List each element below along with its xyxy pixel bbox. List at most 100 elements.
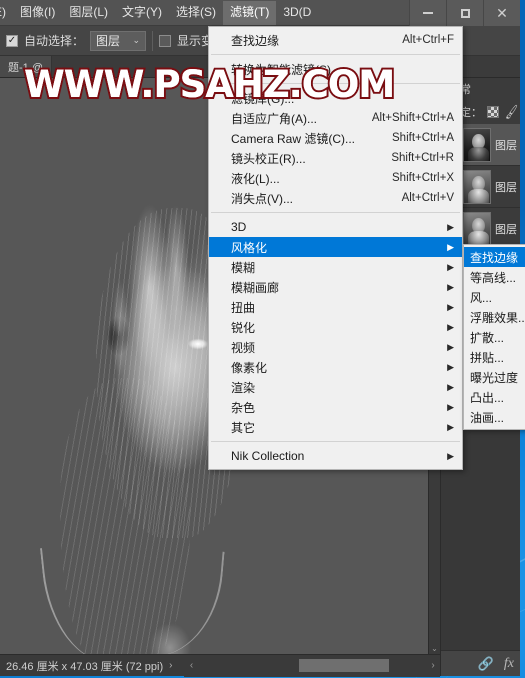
filter-menu-item[interactable]: Nik Collection ▶ [209, 446, 462, 466]
horizontal-scrollbar[interactable]: ‹ › [184, 654, 440, 677]
filter-menu-item-label: 镜头校正(R)... [231, 151, 306, 166]
stylize-submenu-item[interactable]: 风... [464, 287, 525, 307]
stylize-submenu-item[interactable]: 扩散... [464, 327, 525, 347]
scroll-left-arrow-icon[interactable]: ‹ [184, 660, 198, 671]
menu-item-filter[interactable]: 滤镜(T) [223, 0, 277, 25]
maximize-button[interactable] [446, 0, 483, 26]
filter-menu-item-label: 杂色 [231, 400, 256, 415]
show-transform-checkbox[interactable] [159, 34, 172, 47]
chevron-down-icon: ⌄ [132, 35, 141, 45]
filter-menu-item[interactable]: 模糊 ▶ [209, 257, 462, 277]
filter-menu-item[interactable]: 镜头校正(R)... Shift+Ctrl+R [209, 148, 462, 168]
menu-item-edit[interactable]: E) [0, 1, 13, 25]
stylize-submenu-item[interactable]: 凸出... [464, 387, 525, 407]
layer-name: 图层 [495, 181, 517, 194]
options-separator [152, 30, 154, 51]
layer-name: 图层 [495, 223, 517, 236]
stylize-submenu-item-label: 查找边缘 [470, 250, 519, 265]
stylize-submenu-item[interactable]: 浮雕效果... [464, 307, 525, 327]
filter-menu-item-shortcut: Shift+Ctrl+X [392, 172, 454, 184]
menu-item-type[interactable]: 文字(Y) [115, 1, 169, 25]
stylize-submenu-item[interactable]: 拼贴... [464, 347, 525, 367]
submenu-arrow-icon: ▶ [447, 301, 454, 312]
menu-item-3d[interactable]: 3D(D [276, 1, 318, 25]
filter-menu-item[interactable]: 3D ▶ [209, 217, 462, 237]
filter-menu-item[interactable]: 锐化 ▶ [209, 317, 462, 337]
filter-menu-item-label: 消失点(V)... [231, 191, 293, 206]
filter-menu-item[interactable]: 风格化 ▶ [209, 237, 462, 257]
filter-menu-item-label: 视频 [231, 340, 256, 355]
close-button[interactable]: ✕ [483, 0, 520, 26]
thumbnail-body [468, 188, 489, 203]
filter-menu-item-label: 锐化 [231, 320, 256, 335]
filter-menu-item[interactable]: 滤镜库(G)... [209, 88, 462, 108]
stylize-submenu-item-label: 风... [470, 290, 493, 305]
status-bar: 26.46 厘米 x 47.03 厘米 (72 ppi) › ‹ › [0, 654, 440, 677]
document-dimensions: 26.46 厘米 x 47.03 厘米 (72 ppi) [6, 660, 164, 673]
filter-menu-item[interactable]: 液化(L)... Shift+Ctrl+X [209, 168, 462, 188]
filter-menu-item[interactable]: 自适应广角(A)... Alt+Shift+Ctrl+A [209, 108, 462, 128]
filter-menu-item[interactable]: 其它 ▶ [209, 417, 462, 437]
filter-menu-item[interactable]: 视频 ▶ [209, 337, 462, 357]
filter-menu-item[interactable]: 杂色 ▶ [209, 397, 462, 417]
layer-thumbnail [463, 211, 491, 246]
menu-separator [211, 54, 460, 55]
auto-select-target-value: 图层 [96, 34, 121, 48]
submenu-arrow-icon: ▶ [447, 341, 454, 352]
auto-select-checkbox[interactable]: ✓ [6, 34, 18, 47]
filter-menu-item-shortcut: Shift+Ctrl+R [391, 152, 454, 164]
stylize-submenu-item[interactable]: 油画... [464, 407, 525, 427]
fx-icon[interactable]: fx [504, 656, 514, 672]
filter-menu-item-label: 转换为智能滤镜(S) [231, 62, 331, 77]
brush-lock-icon[interactable]: 🖌 [503, 104, 520, 120]
filter-menu-item-label: 风格化 [231, 240, 268, 255]
filter-menu-item-label: 渲染 [231, 380, 256, 395]
stylize-submenu-item[interactable]: 等高线... [464, 267, 525, 287]
menu-separator [211, 212, 460, 213]
menu-item-layer[interactable]: 图层(L) [62, 1, 115, 25]
image-dress-strap-left [39, 540, 127, 654]
auto-select-target-dropdown[interactable]: 图层 ⌄ [90, 30, 147, 51]
stylize-submenu-item[interactable]: 曝光过度 [464, 367, 525, 387]
stylize-submenu-item[interactable]: 查找边缘 [464, 247, 525, 267]
layer-thumbnail [463, 169, 491, 204]
filter-menu-item-label: 像素化 [231, 360, 268, 375]
filter-menu-item-label: 滤镜库(G)... [231, 91, 295, 106]
scroll-right-arrow-icon[interactable]: › [426, 660, 440, 671]
filter-menu-item[interactable]: 像素化 ▶ [209, 357, 462, 377]
auto-select-label: 自动选择： [24, 34, 85, 48]
scroll-down-arrow-icon[interactable]: ⌄ [429, 642, 440, 654]
filter-menu-item[interactable]: Camera Raw 滤镜(C)... Shift+Ctrl+A [209, 128, 462, 148]
close-icon: ✕ [496, 5, 508, 21]
status-chevron-icon[interactable]: › [167, 660, 174, 671]
window-controls: ✕ [409, 0, 520, 26]
filter-menu-item[interactable]: 消失点(V)... Alt+Ctrl+V [209, 188, 462, 208]
stylize-submenu-item-label: 扩散... [470, 330, 505, 345]
horizontal-scroll-track[interactable] [198, 655, 426, 677]
submenu-arrow-icon: ▶ [447, 281, 454, 292]
stylize-submenu-item-label: 凸出... [470, 390, 505, 405]
minimize-button[interactable] [409, 0, 446, 26]
stylize-submenu-item-label: 曝光过度 [470, 370, 519, 385]
document-tab[interactable]: 题-1 @ [0, 56, 53, 77]
filter-menu-item[interactable]: 渲染 ▶ [209, 377, 462, 397]
stylize-submenu-item-label: 等高线... [470, 270, 517, 285]
menu-separator [211, 441, 460, 442]
menu-item-image[interactable]: 图像(I) [13, 1, 62, 25]
filter-dropdown-menu: 查找边缘 Alt+Ctrl+F 转换为智能滤镜(S) 滤镜库(G)... 自适应广角(A… [208, 26, 463, 470]
menu-item-select[interactable]: 选择(S) [169, 1, 223, 25]
filter-menu-item[interactable]: 查找边缘 Alt+Ctrl+F [209, 30, 462, 50]
filter-menu-item[interactable]: 转换为智能滤镜(S) [209, 59, 462, 79]
stylize-submenu-item-label: 油画... [470, 410, 505, 425]
minimize-icon [423, 12, 433, 14]
filter-menu-item-shortcut: Shift+Ctrl+A [392, 132, 454, 144]
filter-menu-item[interactable]: 扭曲 ▶ [209, 297, 462, 317]
layers-panel-footer: 🔗 fx [441, 650, 520, 676]
maximize-icon [460, 8, 470, 18]
submenu-arrow-icon: ▶ [447, 221, 454, 232]
filter-menu-item-label: 其它 [231, 420, 256, 435]
transparency-lock-icon[interactable] [487, 106, 499, 118]
horizontal-scroll-thumb[interactable] [298, 658, 389, 672]
filter-menu-item[interactable]: 模糊画廊 ▶ [209, 277, 462, 297]
link-icon[interactable]: 🔗 [478, 656, 494, 672]
